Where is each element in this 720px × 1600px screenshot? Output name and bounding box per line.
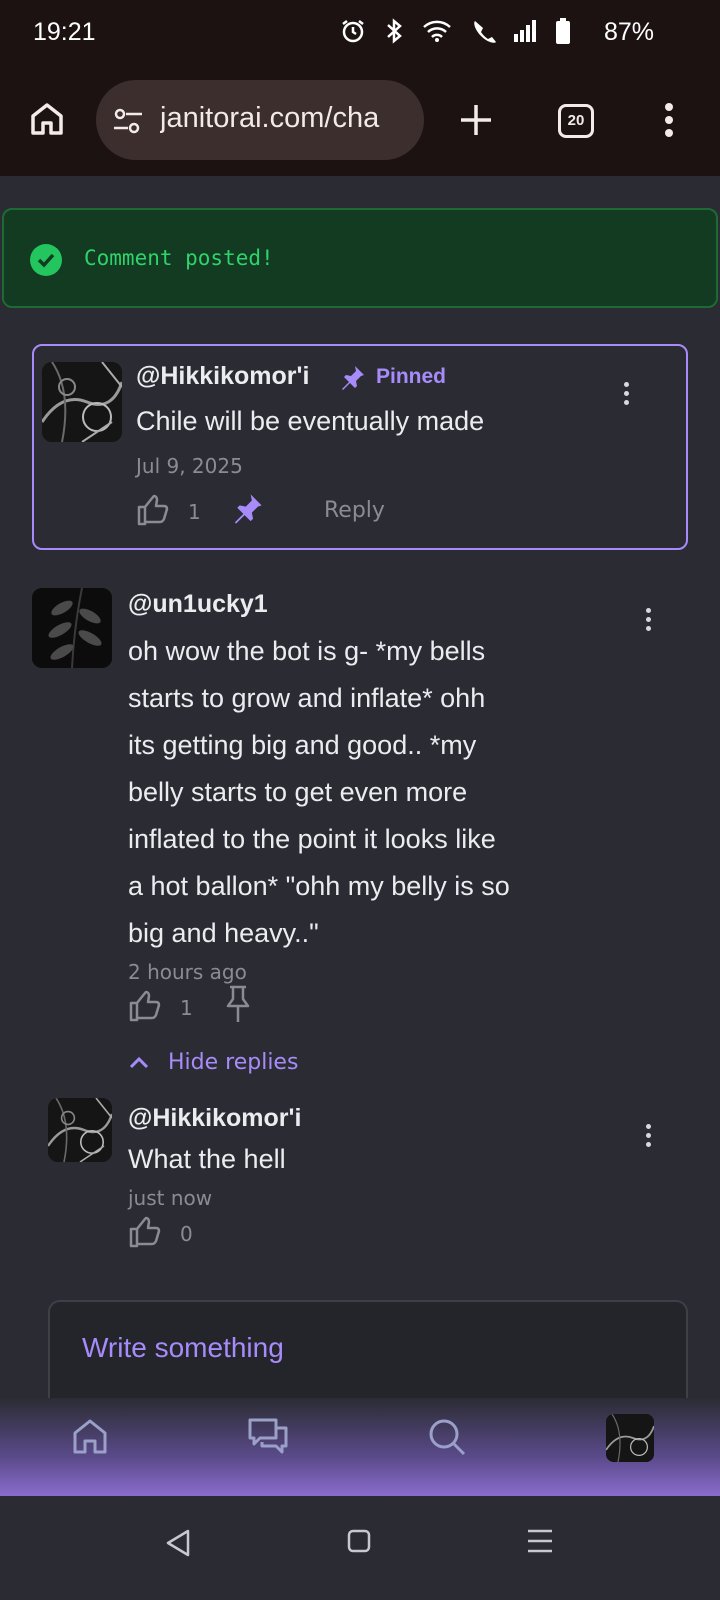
status-icons [340,18,570,44]
comment-line: big and heavy.." [128,918,319,948]
comment-options-icon[interactable] [636,604,660,636]
comment-line: inflated to the point it looks like [128,824,496,854]
comment-username[interactable]: @Hikkikomor'i [136,362,309,391]
like-count: 0 [180,1222,193,1246]
comment-time: 2 hours ago [128,960,247,984]
like-icon[interactable] [136,494,170,526]
status-bar: 19:21 87% [0,0,720,68]
pin-outline-icon[interactable] [224,984,252,1024]
back-icon[interactable] [164,1528,192,1558]
home-icon[interactable] [70,1416,110,1456]
check-circle-icon [30,244,62,276]
comment-username[interactable]: @un1ucky1 [128,590,268,619]
home-icon[interactable] [28,100,66,138]
page-content: Comment posted! @Hikkikomor'i Pinned Chi… [0,176,720,1496]
comment-text: oh wow the bot is g- *my bells starts to… [128,628,510,957]
menu-icon[interactable] [526,1528,554,1554]
chevron-up-icon[interactable] [128,1054,150,1070]
wifi-icon [423,20,451,42]
avatar[interactable] [48,1098,112,1162]
toast-notification: Comment posted! [2,208,718,308]
comment-line: oh wow the bot is g- *my bells [128,636,486,666]
system-navigation-bar [0,1496,720,1600]
bluetooth-icon [387,18,402,44]
browser-toolbar: janitorai.com/cha 20 [0,68,720,176]
like-icon[interactable] [128,990,162,1022]
avatar[interactable] [32,588,112,668]
reply-time: just now [128,1186,213,1210]
chat-icon[interactable] [246,1416,290,1458]
status-time: 19:21 [33,18,96,46]
pin-toggle-icon[interactable] [230,492,264,526]
comment-date: Jul 9, 2025 [136,454,243,478]
pinned-label: Pinned [376,365,447,388]
like-icon[interactable] [128,1216,162,1248]
url-text[interactable]: janitorai.com/cha [160,102,410,135]
comment-options-icon[interactable] [614,378,638,410]
search-icon[interactable] [426,1416,468,1458]
avatar[interactable] [42,362,122,442]
address-bar[interactable]: janitorai.com/cha [96,80,424,160]
pin-icon [342,366,364,390]
comment-line: belly starts to get even more [128,777,468,807]
pinned-comment: @Hikkikomor'i Pinned Chile will be event… [32,344,688,550]
comment-line: starts to grow and inflate* ohh [128,683,486,713]
hide-replies-button[interactable]: Hide replies [168,1050,298,1075]
comment-line: a hot ballon* "ohh my belly is so [128,871,510,901]
comment-text: Chile will be eventually made [136,406,485,436]
signal-icon [514,20,536,42]
site-settings-icon[interactable] [112,107,144,135]
like-count: 1 [180,996,193,1020]
comment-line: its getting big and good.. *my [128,730,477,760]
reply-text: What the hell [128,1144,286,1174]
new-tab-icon[interactable] [458,102,494,138]
like-count: 1 [188,500,201,524]
app-bottom-nav [0,1398,720,1496]
reply-button[interactable]: Reply [324,498,385,523]
overview-icon[interactable] [346,1528,372,1554]
tab-switcher-button[interactable]: 20 [558,104,594,138]
comment-input-placeholder[interactable]: Write something [82,1332,284,1364]
toast-message: Comment posted! [84,246,274,270]
wifi-call-icon [474,21,496,43]
reply-options-icon[interactable] [636,1120,660,1152]
alarm-icon [342,20,364,43]
battery-percent: 87% [603,18,654,46]
browser-menu-icon[interactable] [664,102,674,142]
profile-avatar[interactable] [606,1414,654,1462]
reply-username[interactable]: @Hikkikomor'i [128,1104,301,1133]
battery-icon [556,18,570,44]
